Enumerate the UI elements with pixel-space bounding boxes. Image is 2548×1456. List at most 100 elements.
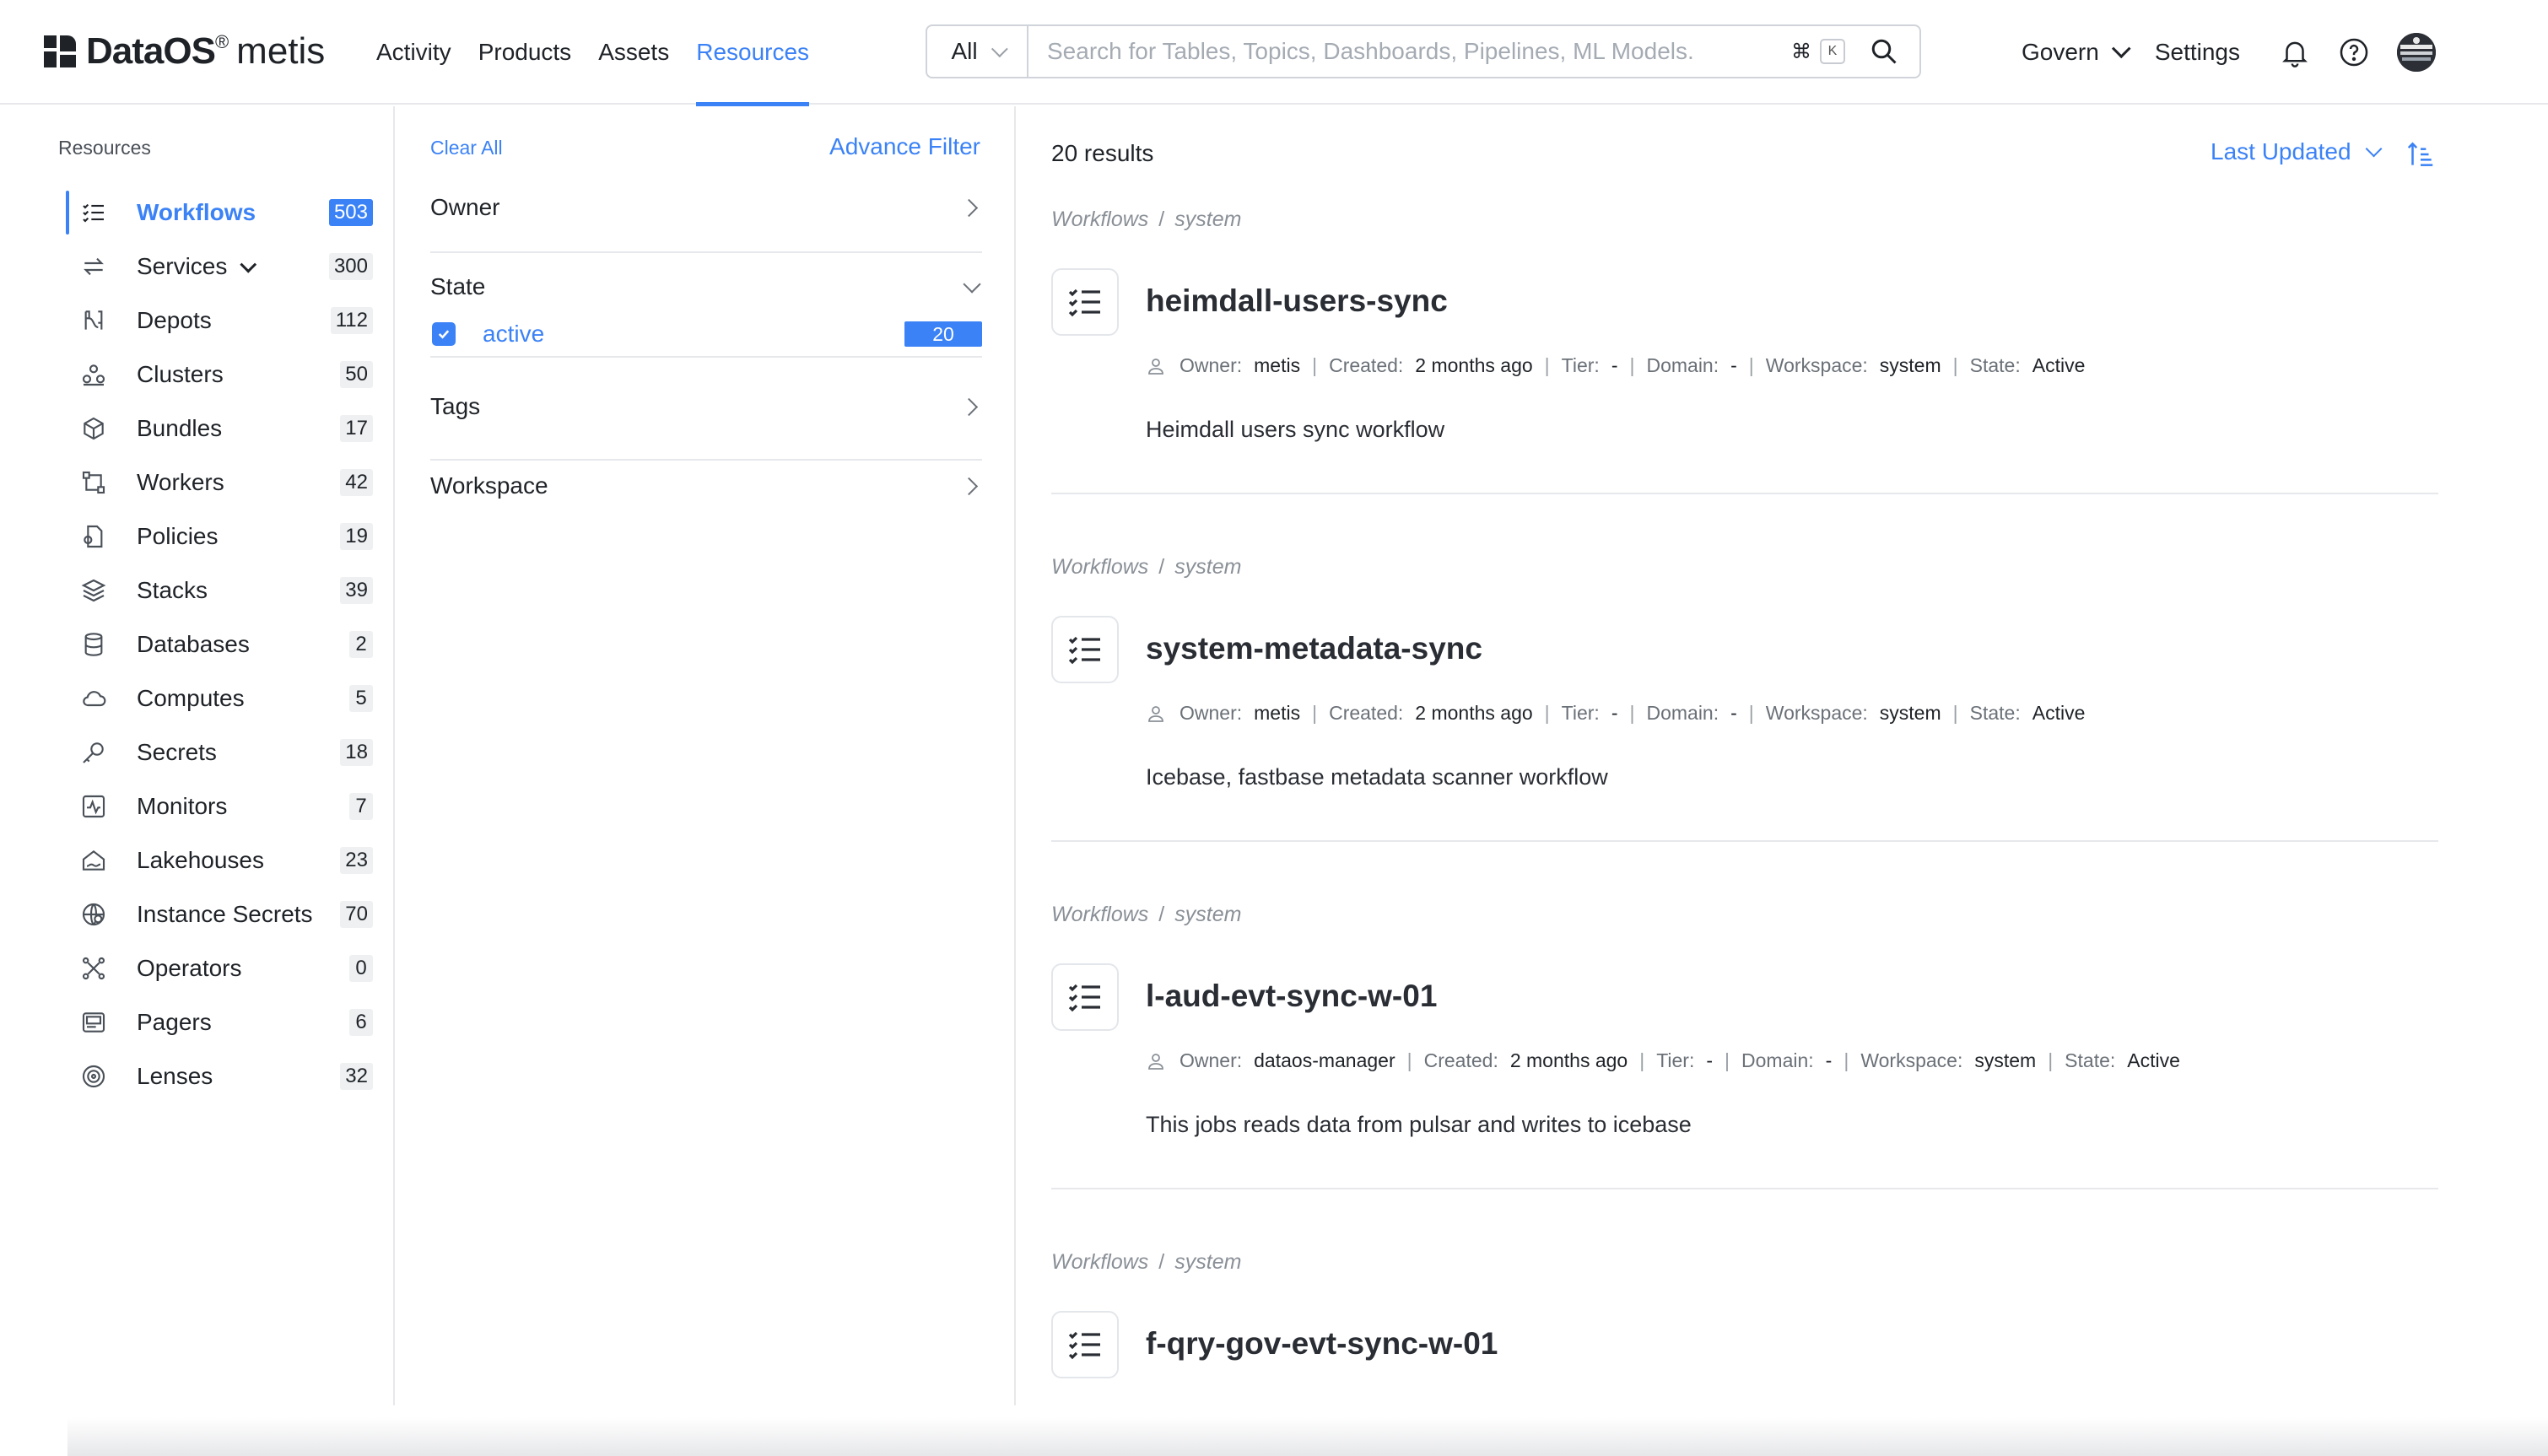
dataos-logo[interactable]: DataOS® metis bbox=[44, 24, 325, 79]
meta-owner[interactable]: dataos-manager bbox=[1254, 1049, 1395, 1072]
facet-workspace: Workspace bbox=[430, 461, 982, 511]
sidebar-item-bundles[interactable]: Bundles 17 bbox=[66, 402, 373, 456]
meta-state: Active bbox=[2127, 1049, 2180, 1071]
policy-icon bbox=[79, 522, 108, 551]
count-badge: 7 bbox=[349, 793, 373, 820]
meta-key-domain: Domain: bbox=[1741, 1049, 1814, 1071]
sidebar-item-workflows[interactable]: Workflows 503 bbox=[66, 186, 373, 240]
sidebar-item-label: Clusters bbox=[137, 361, 224, 387]
meta-key-owner: Owner: bbox=[1180, 354, 1243, 376]
help-icon[interactable] bbox=[2338, 36, 2370, 68]
advance-filter-button[interactable]: Advance Filter bbox=[829, 133, 980, 160]
nav-resources[interactable]: Resources bbox=[696, 0, 809, 106]
sidebar-item-services[interactable]: Services 300 bbox=[66, 240, 373, 294]
search-scope-value: All bbox=[951, 38, 978, 64]
chevron-right-icon bbox=[959, 397, 979, 416]
nav-products[interactable]: Products bbox=[478, 0, 572, 105]
facet-tags-header[interactable]: Tags bbox=[430, 381, 982, 432]
workflow-icon bbox=[1051, 268, 1119, 336]
sort-dropdown[interactable]: Last Updated bbox=[2211, 138, 2383, 165]
chevron-down-icon[interactable] bbox=[240, 256, 257, 273]
meta-separator: | bbox=[1748, 354, 1754, 376]
meta-tier: - bbox=[1611, 354, 1618, 376]
result-card: Workflows / system l-aud-evt-sync-w-01 Own… bbox=[1051, 903, 2438, 1250]
sidebar-item-databases[interactable]: Databases 2 bbox=[66, 617, 373, 671]
count-badge: 503 bbox=[328, 199, 373, 226]
sidebar-item-stacks[interactable]: Stacks 39 bbox=[66, 564, 373, 617]
search-icon[interactable] bbox=[1869, 36, 1899, 67]
sidebar-item-label: Databases bbox=[137, 631, 250, 657]
logo-product-name: metis bbox=[236, 30, 326, 72]
workflow-icon bbox=[79, 198, 108, 227]
results-count: 20 results bbox=[1051, 140, 1154, 166]
meta-owner[interactable]: metis bbox=[1254, 354, 1300, 377]
facet-label: State bbox=[430, 273, 486, 299]
nav-assets[interactable]: Assets bbox=[598, 0, 669, 105]
workflow-icon bbox=[1051, 616, 1119, 683]
sidebar-item-secrets[interactable]: Secrets 18 bbox=[66, 725, 373, 779]
result-metadata: Owner: dataos-manager | Created: 2 months a… bbox=[1146, 1049, 2180, 1072]
monitor-icon bbox=[79, 792, 108, 821]
sidebar-item-label: Pagers bbox=[137, 1009, 212, 1035]
sidebar-item-clusters[interactable]: Clusters 50 bbox=[66, 348, 373, 402]
state-option-active[interactable]: active 20 bbox=[430, 312, 982, 356]
sidebar-item-policies[interactable]: Policies 19 bbox=[66, 510, 373, 564]
sidebar-item-workers[interactable]: Workers 42 bbox=[66, 456, 373, 510]
crumb-workspace[interactable]: system bbox=[1174, 208, 1241, 231]
crumb-type[interactable]: Workflows bbox=[1051, 555, 1148, 579]
sidebar-item-lenses[interactable]: Lenses 32 bbox=[66, 1049, 373, 1103]
operator-icon bbox=[79, 954, 108, 983]
breadcrumb: Workflows / system bbox=[1051, 555, 1241, 580]
search-input[interactable] bbox=[1028, 38, 1791, 65]
meta-workspace: system bbox=[1879, 354, 1941, 376]
sidebar-item-label: Computes bbox=[137, 685, 245, 711]
result-title[interactable]: heimdall-users-sync bbox=[1146, 283, 1448, 319]
count-badge: 2 bbox=[349, 631, 373, 658]
divider bbox=[1051, 493, 2438, 494]
sidebar-item-computes[interactable]: Computes 5 bbox=[66, 671, 373, 725]
checkbox-checked[interactable] bbox=[432, 322, 456, 346]
sidebar-item-instance-secrets[interactable]: Instance Secrets 70 bbox=[66, 887, 373, 941]
crumb-workspace[interactable]: system bbox=[1174, 1250, 1241, 1274]
meta-key-owner: Owner: bbox=[1180, 1049, 1243, 1071]
bell-icon[interactable] bbox=[2279, 36, 2311, 68]
sidebar-item-pagers[interactable]: Pagers 6 bbox=[66, 995, 373, 1049]
result-title[interactable]: system-metadata-sync bbox=[1146, 631, 1482, 666]
govern-menu[interactable]: Govern bbox=[2022, 39, 2131, 66]
result-title[interactable]: f-qry-gov-evt-sync-w-01 bbox=[1146, 1326, 1498, 1362]
crumb-workspace[interactable]: system bbox=[1174, 903, 1241, 926]
nav-activity[interactable]: Activity bbox=[376, 0, 451, 105]
meta-key-state: State: bbox=[1969, 354, 2021, 376]
settings-link[interactable]: Settings bbox=[2155, 39, 2240, 66]
sort-direction-icon[interactable] bbox=[2405, 138, 2437, 170]
meta-workspace: system bbox=[1974, 1049, 2037, 1071]
sidebar-item-label: Operators bbox=[137, 955, 242, 981]
meta-key-tier: Tier: bbox=[1561, 702, 1600, 724]
search-scope-select[interactable]: All bbox=[927, 26, 1028, 77]
meta-key-state: State: bbox=[1969, 702, 2021, 724]
crumb-type[interactable]: Workflows bbox=[1051, 208, 1148, 231]
command-key-icon: ⌘ bbox=[1791, 40, 1811, 63]
top-header: DataOS® metis Activity Products Assets R… bbox=[0, 0, 2548, 106]
facet-owner-header[interactable]: Owner bbox=[430, 182, 982, 233]
bundle-icon bbox=[79, 414, 108, 443]
facet-workspace-header[interactable]: Workspace bbox=[430, 461, 982, 511]
logo-text: DataOS® bbox=[86, 30, 229, 72]
chevron-right-icon bbox=[959, 477, 979, 495]
sidebar-item-lakehouses[interactable]: Lakehouses 23 bbox=[66, 833, 373, 887]
facet-state-header[interactable]: State bbox=[430, 262, 982, 312]
clear-all-button[interactable]: Clear All bbox=[430, 137, 503, 159]
sidebar-item-depots[interactable]: Depots 112 bbox=[66, 294, 373, 348]
meta-key-workspace: Workspace: bbox=[1860, 1049, 1963, 1071]
crumb-workspace[interactable]: system bbox=[1174, 555, 1241, 579]
result-title[interactable]: l-aud-evt-sync-w-01 bbox=[1146, 979, 1437, 1014]
result-card: Workflows / system f-qry-gov-evt-sync-w-01 bbox=[1051, 1250, 2438, 1419]
meta-separator: | bbox=[1544, 354, 1550, 376]
crumb-type[interactable]: Workflows bbox=[1051, 1250, 1148, 1274]
sidebar-item-monitors[interactable]: Monitors 7 bbox=[66, 779, 373, 833]
meta-owner[interactable]: metis bbox=[1254, 702, 1300, 725]
avatar[interactable] bbox=[2397, 33, 2436, 72]
sidebar-item-operators[interactable]: Operators 0 bbox=[66, 941, 373, 995]
crumb-type[interactable]: Workflows bbox=[1051, 903, 1148, 926]
meta-domain: - bbox=[1825, 1049, 1833, 1071]
